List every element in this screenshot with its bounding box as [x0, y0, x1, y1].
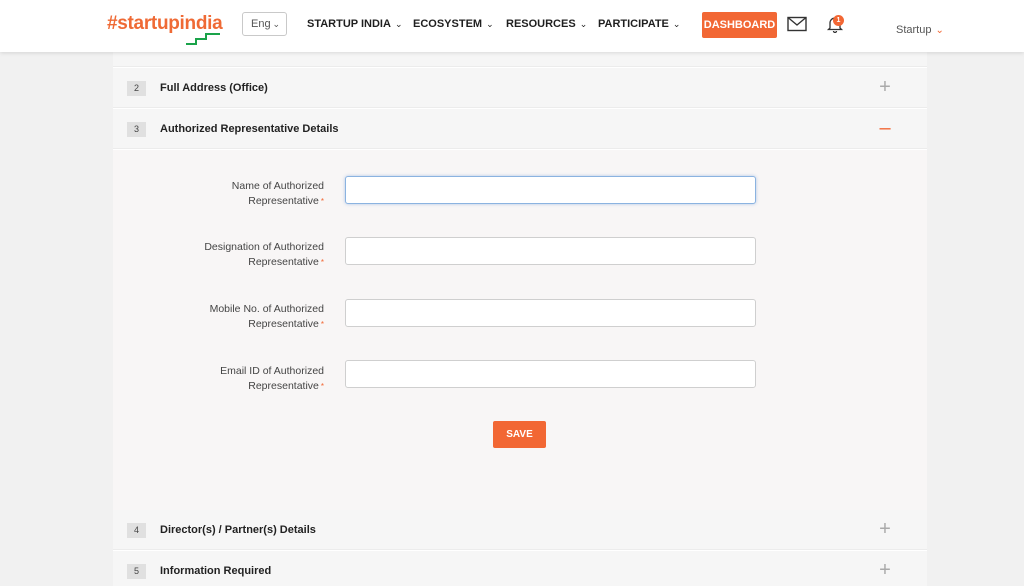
section-title: Full Address (Office): [160, 82, 268, 94]
email-label: Email ID of Authorized Representative *: [124, 364, 324, 394]
nav-startup-india[interactable]: STARTUP INDIA ⌄: [307, 18, 402, 30]
authorized-rep-email-input[interactable]: [345, 360, 756, 388]
top-header: #startupindia Eng ⌄ STARTUP INDIA ⌄ ECOSY…: [0, 0, 1024, 52]
plus-icon[interactable]: +: [877, 519, 893, 539]
nav-label: STARTUP INDIA: [307, 18, 391, 30]
required-marker: *: [320, 197, 324, 206]
label-line: Email ID of Authorized: [220, 365, 324, 377]
required-marker: *: [320, 320, 324, 329]
section-number: 4: [127, 523, 146, 538]
chevron-down-icon: ⌄: [579, 19, 588, 29]
user-label: Startup: [896, 24, 932, 36]
accordion-header-directors[interactable]: 4 Director(s) / Partner(s) Details +: [113, 510, 927, 550]
designation-label: Designation of Authorized Representative…: [124, 240, 324, 270]
section-number: 3: [127, 122, 146, 137]
accordion-header-full-address[interactable]: 2 Full Address (Office) +: [113, 68, 927, 108]
required-marker: *: [320, 382, 324, 391]
nav-participate[interactable]: PARTICIPATE ⌄: [598, 18, 680, 30]
nav-ecosystem[interactable]: ECOSYSTEM ⌄: [413, 18, 494, 30]
accordion-section-previous: [113, 52, 927, 67]
chevron-down-icon: ⌄: [672, 19, 681, 29]
mail-icon[interactable]: [787, 16, 807, 32]
chevron-down-icon: ⌄: [272, 19, 280, 29]
plus-icon[interactable]: +: [877, 77, 893, 97]
minus-icon[interactable]: –: [877, 118, 893, 138]
name-label: Name of Authorized Representative *: [124, 179, 324, 209]
language-value: Eng: [251, 18, 271, 30]
label-line: Designation of Authorized: [204, 241, 324, 253]
authorized-rep-name-input[interactable]: [345, 176, 756, 204]
section-number: 5: [127, 564, 146, 579]
chevron-down-icon: ⌄: [935, 25, 944, 36]
nav-label: ECOSYSTEM: [413, 18, 483, 30]
user-menu[interactable]: Startup ⌄: [896, 24, 944, 36]
accordion-header-information-required[interactable]: 5 Information Required +: [113, 551, 927, 586]
save-button[interactable]: SAVE: [493, 421, 546, 448]
mobile-label: Mobile No. of Authorized Representative *: [124, 302, 324, 332]
section-title: Authorized Representative Details: [160, 123, 339, 135]
language-select[interactable]: Eng ⌄: [242, 12, 287, 36]
chevron-down-icon: ⌄: [486, 19, 494, 29]
nav-resources[interactable]: RESOURCES ⌄: [506, 18, 587, 30]
label-line: Representative: [248, 380, 319, 392]
plus-icon[interactable]: +: [877, 560, 893, 580]
label-line: Representative: [248, 256, 319, 268]
section-title: Information Required: [160, 565, 272, 577]
label-line: Name of Authorized: [231, 180, 324, 192]
logo-steps-icon: [186, 33, 220, 45]
page-background-right: [927, 52, 1024, 586]
dashboard-button[interactable]: DASHBOARD: [702, 12, 777, 38]
authorized-rep-designation-input[interactable]: [345, 237, 756, 265]
authorized-representative-form: Name of Authorized Representative * Desig…: [113, 150, 927, 510]
label-line: Representative: [248, 195, 319, 207]
accordion-header-authorized-representative[interactable]: 3 Authorized Representative Details –: [113, 109, 927, 149]
startupindia-logo[interactable]: #startupindia: [107, 13, 223, 35]
authorized-rep-mobile-input[interactable]: [345, 299, 756, 327]
notification-badge: 1: [833, 15, 844, 26]
nav-label: RESOURCES: [506, 18, 576, 30]
label-line: Representative: [248, 318, 319, 330]
chevron-down-icon: ⌄: [394, 19, 403, 29]
label-line: Mobile No. of Authorized: [209, 303, 324, 315]
application-accordion: 2 Full Address (Office) + 3 Authorized R…: [113, 52, 927, 586]
section-title: Director(s) / Partner(s) Details: [160, 524, 316, 536]
required-marker: *: [320, 258, 324, 267]
nav-label: PARTICIPATE: [598, 18, 669, 30]
section-number: 2: [127, 81, 146, 96]
